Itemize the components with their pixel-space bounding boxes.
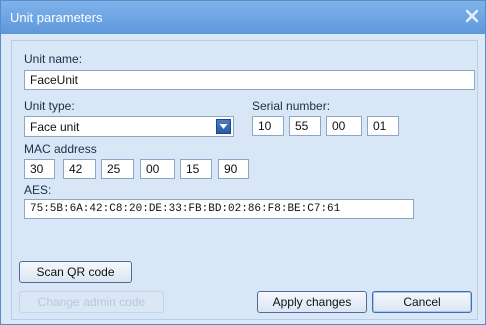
serial-number-field-1[interactable]: 10 — [252, 116, 284, 136]
mac-address-field-5[interactable]: 15 — [180, 159, 212, 179]
unit-parameters-dialog: Unit parameters Unit name: FaceUnit Unit… — [0, 0, 486, 325]
scan-qr-code-button[interactable]: Scan QR code — [19, 261, 132, 283]
dialog-content: Unit name: FaceUnit Unit type: Face unit… — [11, 40, 478, 320]
mac-address-field-4[interactable]: 00 — [140, 159, 175, 179]
serial-number-field-3[interactable]: 00 — [326, 116, 362, 136]
dialog-title: Unit parameters — [10, 10, 103, 25]
aes-key-input[interactable]: 75:5B:6A:42:C8:20:DE:33:FB:BD:02:86:F8:B… — [24, 199, 414, 219]
unit-type-value: Face unit — [30, 120, 80, 134]
unit-type-select[interactable]: Face unit — [24, 116, 234, 137]
unit-name-input[interactable]: FaceUnit — [24, 70, 475, 90]
apply-changes-button[interactable]: Apply changes — [257, 291, 367, 313]
mac-address-field-3[interactable]: 25 — [101, 159, 134, 179]
serial-number-label: Serial number: — [252, 99, 331, 113]
mac-address-field-2[interactable]: 42 — [63, 159, 96, 179]
mac-address-label: MAC address — [24, 142, 97, 156]
serial-number-field-4[interactable]: 01 — [367, 116, 399, 136]
unit-name-label: Unit name: — [24, 52, 83, 66]
change-admin-code-button[interactable]: Change admin code — [19, 291, 164, 313]
cancel-button[interactable]: Cancel — [372, 291, 472, 313]
serial-number-field-2[interactable]: 55 — [289, 116, 321, 136]
mac-address-field-1[interactable]: 30 — [24, 159, 55, 179]
unit-type-label: Unit type: — [24, 99, 75, 113]
close-icon[interactable] — [463, 7, 481, 25]
dropdown-arrow-icon[interactable] — [216, 119, 231, 134]
mac-address-field-6[interactable]: 90 — [218, 159, 249, 179]
aes-label: AES: — [24, 183, 52, 197]
title-bar: Unit parameters — [1, 1, 485, 34]
